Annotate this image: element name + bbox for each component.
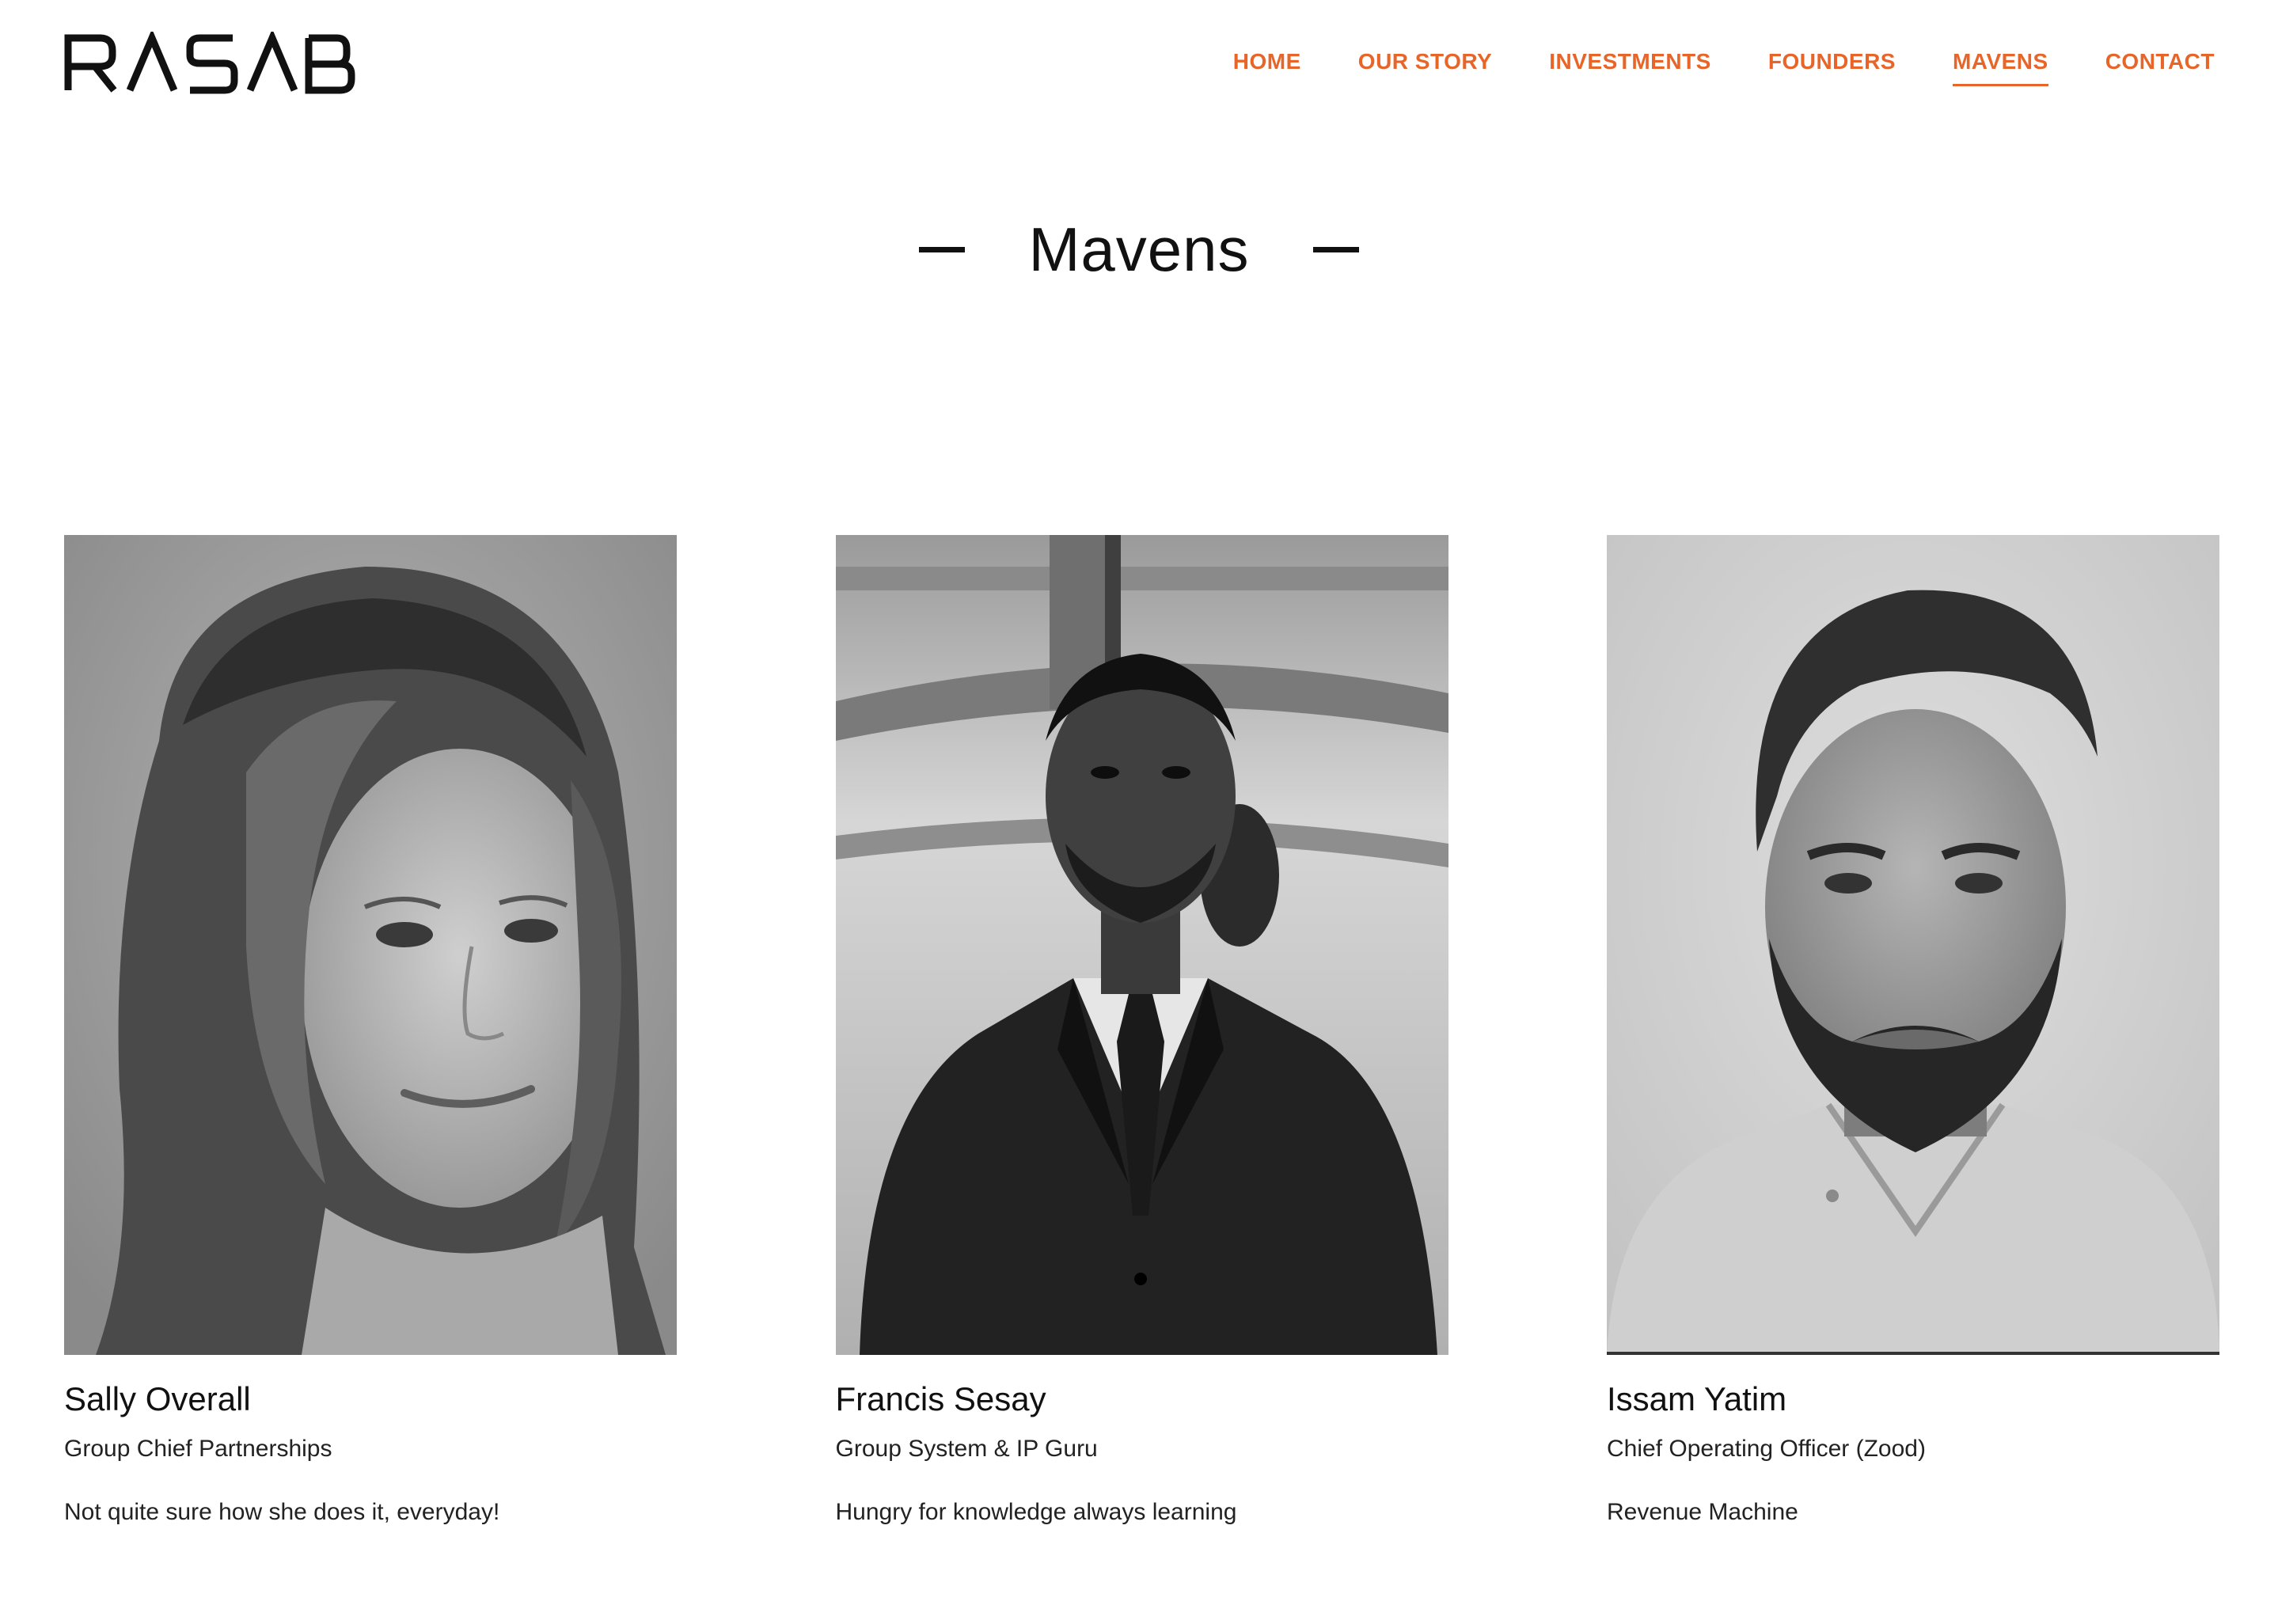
logo-wordmark (64, 32, 355, 94)
nav-item-founders[interactable]: FOUNDERS (1768, 49, 1896, 86)
maven-card: Francis Sesay Group System & IP Guru Hun… (835, 535, 1448, 1526)
nav-item-investments[interactable]: INVESTMENTS (1549, 49, 1711, 86)
maven-name: Issam Yatim (1607, 1380, 1787, 1417)
heading-right-dash (1312, 247, 1359, 252)
rasab-logo[interactable] (63, 32, 356, 95)
main-nav: HOME OUR STORY INVESTMENTS FOUNDERS MAVENS CO… (1233, 49, 2215, 86)
maven-bio: Revenue Machine (1607, 1499, 1798, 1525)
maven-role: Group Chief Partnerships (64, 1436, 332, 1462)
portrait-woman-image (64, 535, 677, 1355)
maven-name: Francis Sesay (835, 1380, 1046, 1417)
maven-card: Issam Yatim Chief Operating Officer (Zoo… (1607, 535, 2219, 1526)
maven-photo (835, 535, 1448, 1355)
mavens-grid: Sally Overall Group Chief Partnerships N… (64, 535, 2219, 1526)
maven-bio: Hungry for knowledge always learning (835, 1499, 1237, 1525)
page-heading: Mavens (0, 214, 2278, 286)
maven-card: Sally Overall Group Chief Partnerships N… (64, 535, 677, 1526)
maven-role: Chief Operating Officer (Zood) (1607, 1436, 1926, 1462)
heading-left-dash (919, 247, 966, 252)
portrait-man-suit-image (835, 535, 1448, 1355)
nav-item-our-story[interactable]: OUR STORY (1358, 49, 1492, 86)
maven-role: Group System & IP Guru (835, 1436, 1098, 1462)
maven-name: Sally Overall (64, 1380, 251, 1417)
nav-item-mavens[interactable]: MAVENS (1952, 49, 2048, 86)
page-title: Mavens (1028, 214, 1250, 284)
portrait-bearded-man-image (1607, 535, 2219, 1355)
nav-item-contact[interactable]: CONTACT (2105, 49, 2215, 86)
maven-bio: Not quite sure how she does it, everyday… (64, 1499, 500, 1525)
maven-photo (64, 535, 677, 1355)
nav-item-home[interactable]: HOME (1233, 49, 1301, 86)
maven-photo (1607, 535, 2219, 1355)
